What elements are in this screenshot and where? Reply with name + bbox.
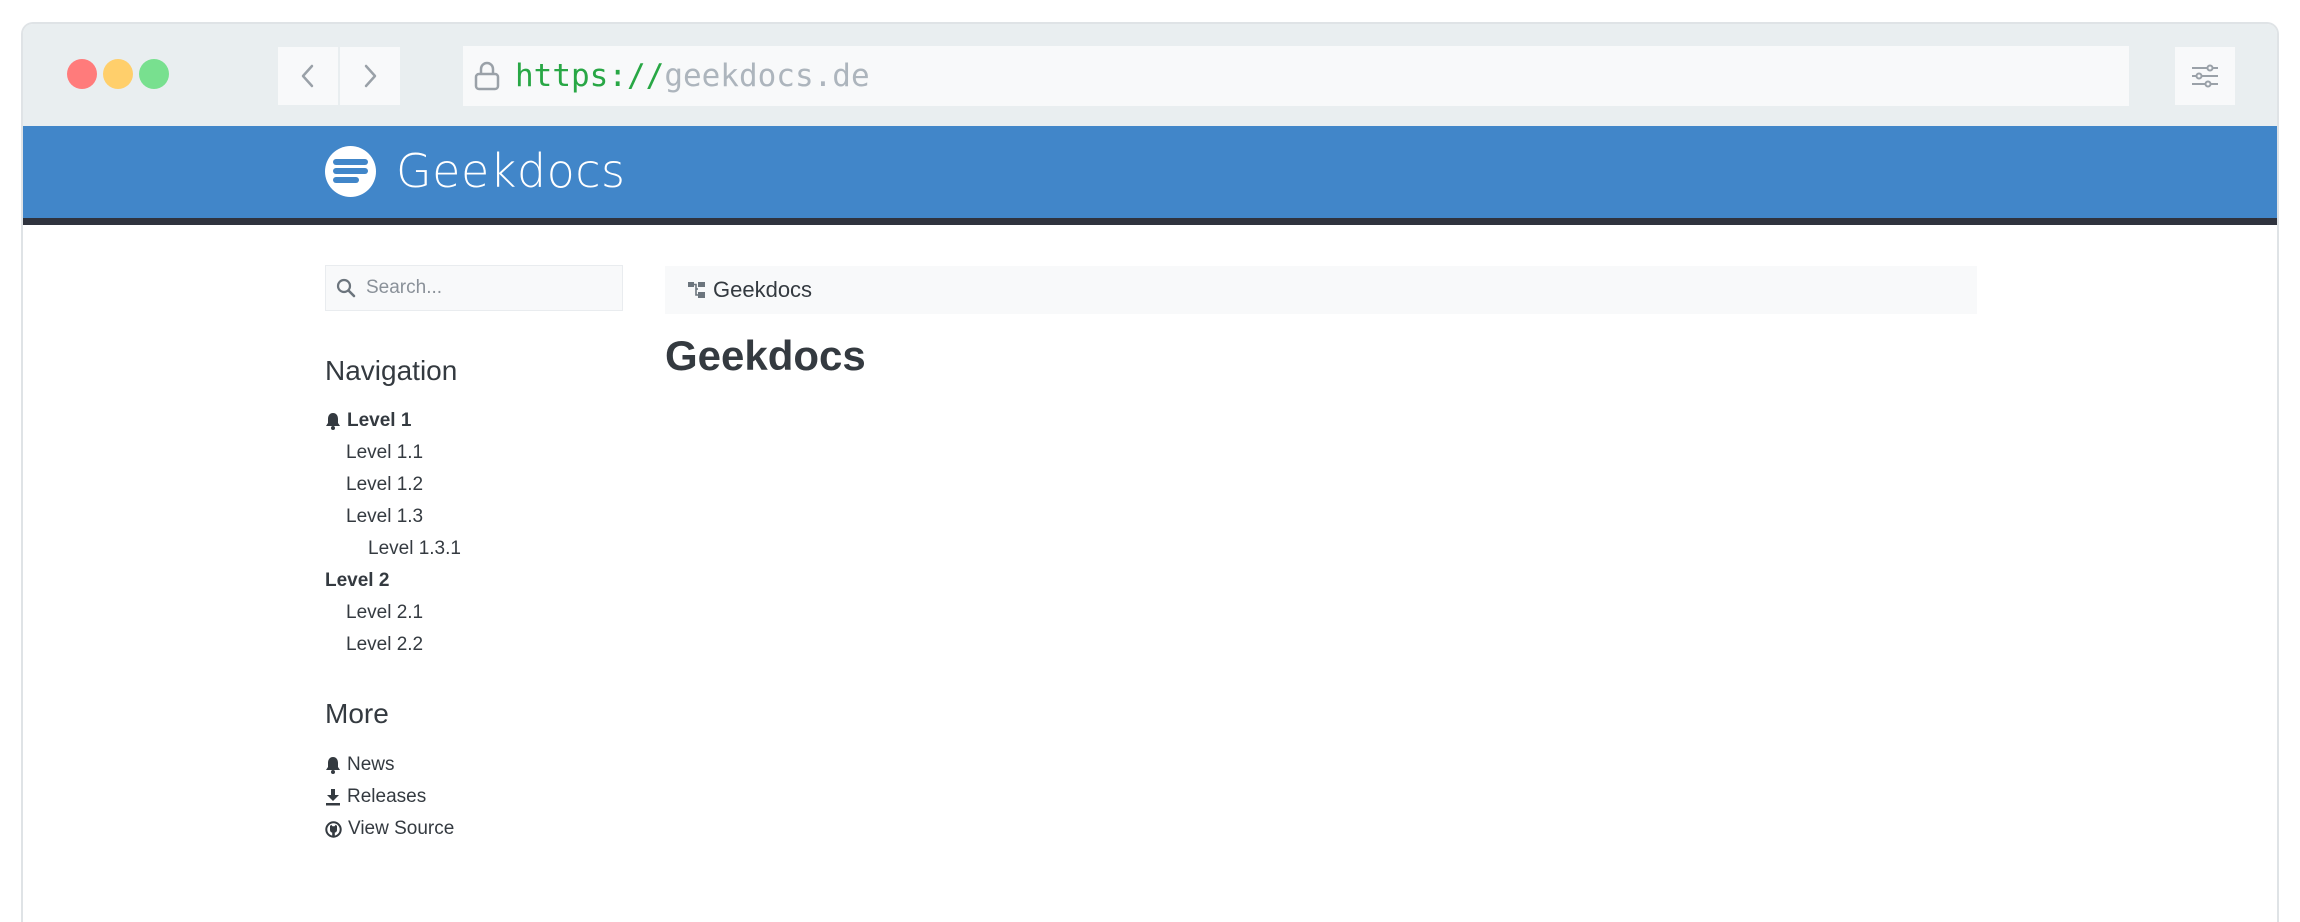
search-input[interactable]	[366, 277, 606, 299]
browser-window: https://geekdocs.de Geekdocs Search... N…	[21, 22, 2279, 922]
bell-icon	[325, 756, 341, 774]
site-title[interactable]: Geekdocs	[396, 144, 626, 198]
nav-item-label: Level 2.2	[346, 634, 424, 655]
nav-item-level-2[interactable]: Level 2	[325, 570, 389, 592]
chevron-right-icon	[364, 64, 377, 88]
bell-icon	[325, 412, 341, 430]
more-heading: More	[325, 698, 389, 729]
nav-item-level-2-2[interactable]: Level 2.2	[346, 634, 423, 656]
more-item-label: News	[347, 754, 395, 775]
maximize-window-button[interactable]	[139, 59, 169, 89]
navigation-heading: Navigation	[325, 355, 458, 386]
more-item-news[interactable]: News	[325, 754, 395, 776]
more-item-view-source[interactable]: View Source	[325, 818, 454, 840]
sitemap-icon	[687, 280, 707, 300]
nav-item-label: Level 1	[347, 410, 412, 431]
nav-item-level-1-2[interactable]: Level 1.2	[346, 474, 423, 496]
settings-button[interactable]	[2175, 47, 2235, 105]
nav-item-level-2-1[interactable]: Level 2.1	[346, 602, 423, 624]
breadcrumb: Geekdocs	[665, 266, 1977, 314]
close-window-button[interactable]	[67, 59, 97, 89]
site-header: Geekdocs	[23, 126, 2277, 225]
search-box[interactable]	[325, 265, 623, 311]
nav-item-label: Level 1.2	[346, 474, 424, 495]
breadcrumb-item[interactable]: Geekdocs	[713, 277, 812, 303]
nav-item-level-1-3[interactable]: Level 1.3	[346, 506, 423, 528]
nav-item-level-1-1[interactable]: Level 1.1	[346, 442, 423, 464]
address-bar[interactable]: https://geekdocs.de	[463, 46, 2129, 106]
nav-item-label: Level 2	[325, 570, 390, 591]
sliders-icon	[2192, 64, 2218, 88]
nav-item-label: Level 2.1	[346, 602, 424, 623]
more-item-releases[interactable]: Releases	[325, 786, 426, 808]
url-scheme: https://	[515, 58, 665, 94]
nav-item-label: Level 1.3	[346, 506, 424, 527]
nav-item-level-1-3-1[interactable]: Level 1.3.1	[368, 538, 461, 560]
minimize-window-button[interactable]	[103, 59, 133, 89]
search-icon	[336, 278, 356, 298]
logo-icon[interactable]	[325, 146, 376, 197]
chevron-left-icon	[301, 64, 314, 88]
download-icon	[325, 788, 341, 806]
nav-item-label: Level 1.3.1	[368, 538, 461, 559]
forward-button[interactable]	[340, 47, 400, 105]
nav-item-level-1[interactable]: Level 1	[325, 410, 411, 432]
nav-item-label: Level 1.1	[346, 442, 424, 463]
url-host: geekdocs.de	[664, 58, 870, 94]
more-item-label: Releases	[347, 786, 427, 807]
page-title: Geekdocs	[665, 332, 866, 379]
browser-toolbar: https://geekdocs.de	[23, 24, 2277, 126]
lock-icon	[473, 60, 501, 92]
back-button[interactable]	[278, 47, 338, 105]
github-icon	[325, 820, 342, 838]
more-item-label: View Source	[348, 818, 455, 839]
